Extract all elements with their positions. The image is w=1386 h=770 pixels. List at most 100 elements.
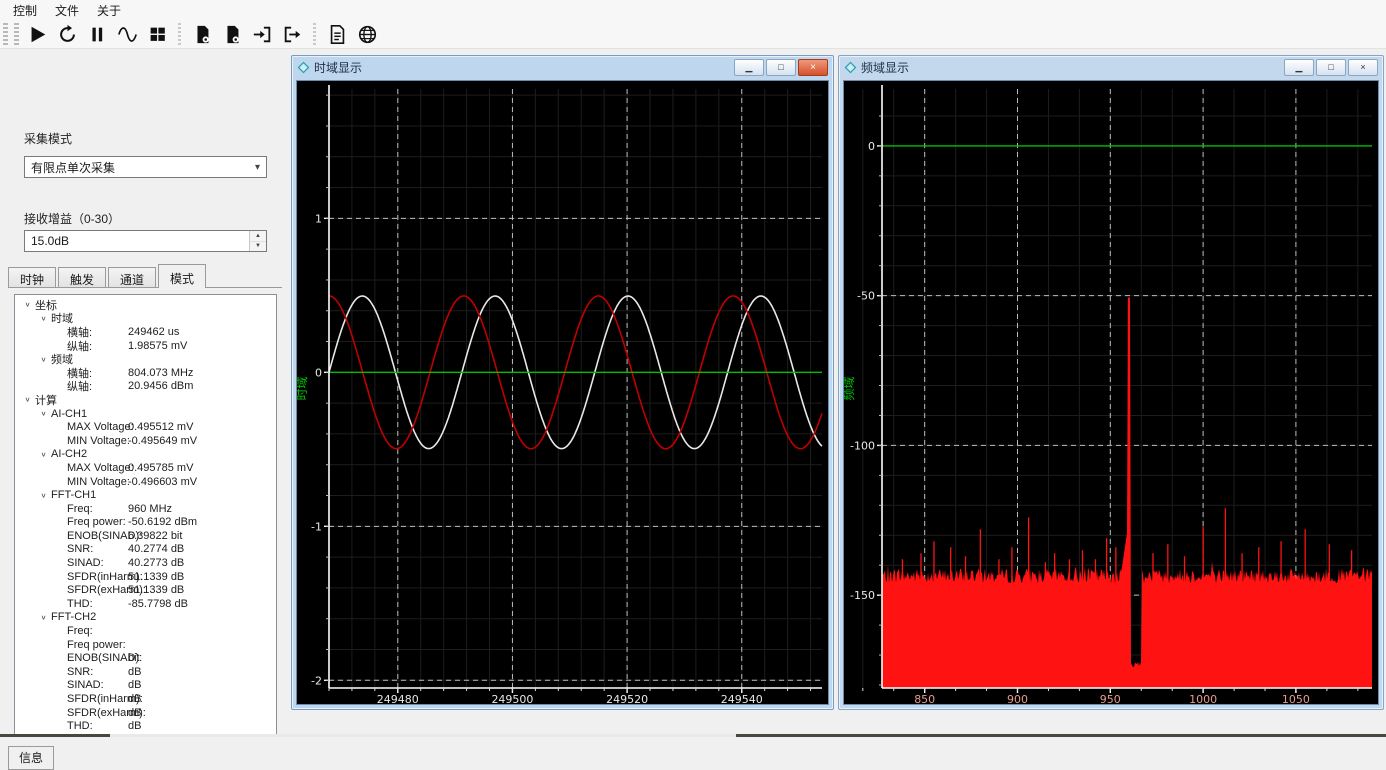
tree-row[interactable]: 横轴:249462 us	[15, 325, 276, 339]
toolbar-grip[interactable]	[3, 23, 8, 45]
tree-value: 40.2773 dB	[128, 557, 184, 569]
tree-row[interactable]: Freq power:	[15, 638, 276, 652]
tree-row[interactable]: SINAD:40.2773 dB	[15, 556, 276, 570]
tree-row[interactable]: SNR:dB	[15, 665, 276, 679]
tree-row[interactable]: THD:dB	[15, 719, 276, 733]
menu-item-2[interactable]: 文件	[46, 0, 88, 21]
svg-text:900: 900	[1007, 693, 1028, 706]
time-window-titlebar[interactable]: 时域显示 ▁ □ ×	[292, 56, 833, 79]
menu-item-3[interactable]: 关于	[88, 0, 130, 21]
minimize-icon[interactable]: ▁	[734, 59, 764, 76]
tree-label: Freq:	[67, 503, 93, 515]
tree-row[interactable]: MAX Voltage:0.495512 mV	[15, 420, 276, 434]
acquisition-mode-select[interactable]: 有限点单次采集 ▾	[24, 156, 267, 178]
tree-row[interactable]: MIN Voltage:-0.495649 mV	[15, 434, 276, 448]
tree-label: AI-CH1	[51, 408, 87, 420]
spin-down-icon[interactable]: ▼	[250, 242, 266, 252]
grid-button[interactable]	[144, 21, 170, 47]
tree-row[interactable]: SINAD:dB	[15, 679, 276, 693]
maximize-icon[interactable]: □	[766, 59, 796, 76]
freq-domain-chart[interactable]: 850900950100010500-50-100-150频域	[843, 80, 1379, 705]
tree-row[interactable]: SFDR(exHarm):dB	[15, 706, 276, 720]
freq-domain-window[interactable]: 频域显示 ▁ □ × 850900950100010500-50-100-150…	[838, 55, 1384, 710]
tree-expander-icon[interactable]: ∨	[39, 492, 48, 499]
menu-item-1[interactable]: 控制	[4, 0, 46, 21]
tree-row[interactable]: THD: -85.7798 dB	[15, 597, 276, 611]
toolbar-separator	[313, 23, 316, 45]
loop-button[interactable]	[54, 21, 80, 47]
freq-window-titlebar[interactable]: 频域显示 ▁ □ ×	[839, 56, 1383, 79]
pause-button[interactable]	[84, 21, 110, 47]
close-icon[interactable]: ×	[1348, 59, 1378, 76]
tab-info[interactable]: 信息	[8, 746, 54, 770]
tree-value: -85.7798 dB	[128, 598, 188, 610]
measurement-tree[interactable]: ∨坐标∨时域横轴:249462 us纵轴:1.98575 mV∨频域横轴:804…	[14, 294, 277, 737]
window-title: 时域显示	[314, 59, 362, 76]
tree-value: 1.98575 mV	[128, 340, 187, 352]
globe-button[interactable]	[354, 21, 380, 47]
toolbar-separator	[178, 23, 181, 45]
tree-expander-icon[interactable]: ∨	[39, 315, 48, 322]
tab-触发[interactable]: 触发	[58, 267, 106, 288]
tree-row[interactable]: SNR:40.2774 dB	[15, 543, 276, 557]
tree-expander-icon[interactable]: ∨	[39, 410, 48, 417]
tree-row[interactable]: ∨频域	[15, 352, 276, 366]
time_domain-svg: 24948024950024952024954010-1-2时域	[297, 81, 830, 708]
gain-value: 15.0dB	[31, 234, 69, 248]
time-domain-chart[interactable]: 24948024950024952024954010-1-2时域	[296, 80, 829, 705]
close-icon[interactable]: ×	[798, 59, 828, 76]
tree-row[interactable]: ∨AI-CH2	[15, 448, 276, 462]
sine-button[interactable]	[114, 21, 140, 47]
file-settings-icon	[192, 24, 213, 45]
tree-value: dB	[128, 707, 141, 719]
tree-label: Freq power:	[67, 639, 126, 651]
svg-text:249500: 249500	[491, 693, 533, 706]
acquisition-mode-label: 采集模式	[24, 130, 72, 147]
toolbar-grip[interactable]	[14, 23, 19, 45]
export-button[interactable]	[279, 21, 305, 47]
tree-row[interactable]: MIN Voltage:-0.496603 mV	[15, 475, 276, 489]
tree-row[interactable]: ∨时域	[15, 312, 276, 326]
minimize-icon[interactable]: ▁	[1284, 59, 1314, 76]
tree-row[interactable]: ENOB(SINAD):bit	[15, 651, 276, 665]
tree-row[interactable]: Freq:	[15, 624, 276, 638]
tree-label: SNR:	[67, 543, 93, 555]
tree-label: 计算	[35, 392, 57, 408]
file-settings2-button[interactable]	[219, 21, 245, 47]
tree-row[interactable]: ∨FFT-CH1	[15, 488, 276, 502]
report-icon	[327, 24, 348, 45]
tree-row[interactable]: ∨计算	[15, 393, 276, 407]
spin-up-icon[interactable]: ▲	[250, 231, 266, 242]
tab-时钟[interactable]: 时钟	[8, 267, 56, 288]
grid-icon	[147, 24, 168, 45]
tab-模式[interactable]: 模式	[158, 264, 206, 288]
tree-label: THD:	[67, 598, 93, 610]
svg-text:249520: 249520	[606, 693, 648, 706]
tree-row[interactable]: SFDR(inHarm):dB	[15, 692, 276, 706]
tree-expander-icon[interactable]: ∨	[39, 614, 48, 621]
tree-row[interactable]: ∨FFT-CH2	[15, 611, 276, 625]
import-button[interactable]	[249, 21, 275, 47]
tree-label: MAX Voltage:	[67, 421, 134, 433]
tree-row[interactable]: ENOB(SINAD):6.39822 bit	[15, 529, 276, 543]
tree-expander-icon[interactable]: ∨	[39, 356, 48, 363]
file-settings-button[interactable]	[189, 21, 215, 47]
tree-label: MIN Voltage:	[67, 476, 130, 488]
tree-row[interactable]: MAX Voltage:0.495785 mV	[15, 461, 276, 475]
tree-expander-icon[interactable]: ∨	[23, 301, 32, 308]
tree-value: 0.495785 mV	[128, 462, 193, 474]
time-domain-window[interactable]: 时域显示 ▁ □ × 24948024950024952024954010-1-…	[291, 55, 834, 710]
tree-row[interactable]: ∨AI-CH1	[15, 407, 276, 421]
tab-通道[interactable]: 通道	[108, 267, 156, 288]
tree-expander-icon[interactable]: ∨	[23, 396, 32, 403]
tree-row[interactable]: Freq power:-50.6192 dBm	[15, 516, 276, 530]
tree-row[interactable]: SFDR(inHarm):51.1339 dB	[15, 570, 276, 584]
tree-expander-icon[interactable]: ∨	[39, 451, 48, 458]
maximize-icon[interactable]: □	[1316, 59, 1346, 76]
gain-spinbox[interactable]: 15.0dB ▲ ▼	[24, 230, 267, 252]
play-button[interactable]	[24, 21, 50, 47]
tree-row[interactable]: SFDR(exHarm):51.1339 dB	[15, 583, 276, 597]
tree-row[interactable]: Freq:960 MHz	[15, 502, 276, 516]
report-button[interactable]	[324, 21, 350, 47]
tree-row[interactable]: 横轴:804.073 MHz	[15, 366, 276, 380]
